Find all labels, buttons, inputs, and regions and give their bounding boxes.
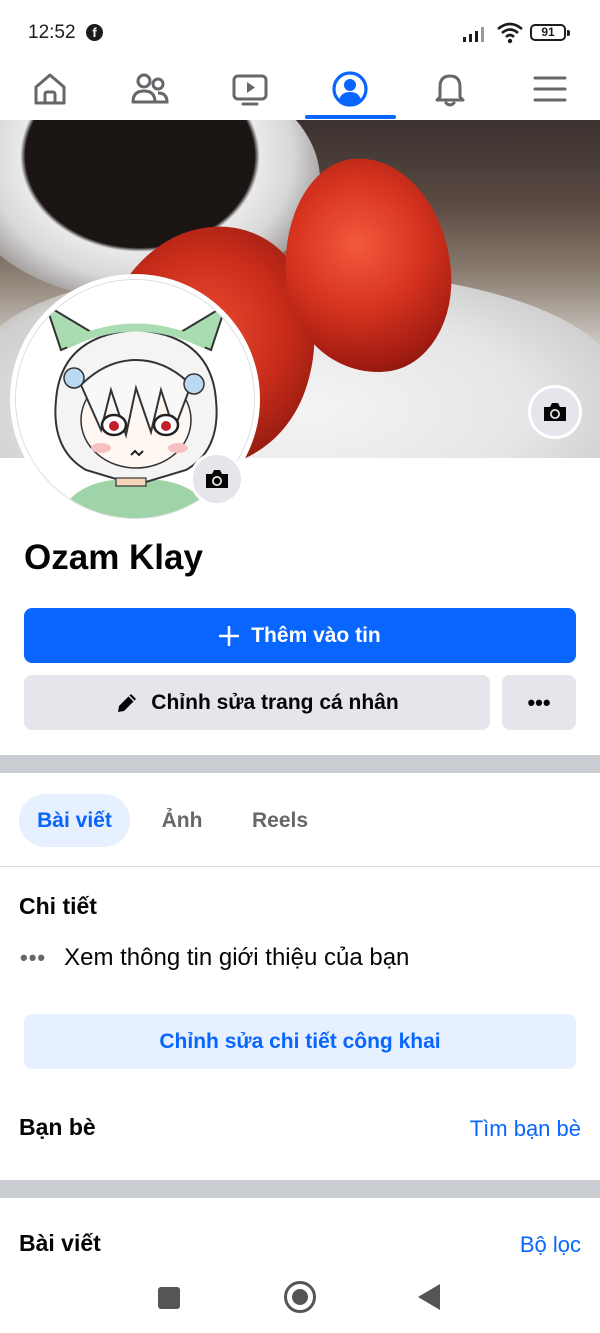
edit-public-details-button[interactable]: Chỉnh sửa chi tiết công khai: [24, 1014, 576, 1069]
nav-menu[interactable]: [500, 58, 600, 120]
nav-home[interactable]: [0, 58, 100, 120]
more-dots-icon: •••: [20, 945, 47, 970]
back-button[interactable]: [418, 1284, 440, 1310]
intro-text: Xem thông tin giới thiệu của bạn: [64, 944, 410, 971]
facebook-icon: f: [86, 24, 103, 41]
top-navigation: [0, 58, 600, 120]
home-icon: [34, 73, 66, 105]
filter-link[interactable]: Bộ lọc: [520, 1232, 581, 1258]
camera-icon: [206, 470, 228, 488]
bell-icon: [435, 74, 465, 107]
nav-video[interactable]: [200, 58, 300, 120]
plus-icon: [219, 625, 240, 646]
menu-icon: [533, 76, 567, 102]
edit-profile-label: Chỉnh sửa trang cá nhân: [151, 690, 399, 714]
pencil-icon: [118, 693, 137, 712]
profile-tabs: Bài viết Ảnh Reels: [0, 775, 600, 867]
nav-notifications[interactable]: [400, 58, 500, 120]
intro-row[interactable]: ••• Xem thông tin giới thiệu của bạn: [20, 944, 409, 972]
video-icon: [232, 74, 268, 106]
tab-photos[interactable]: Ảnh: [148, 794, 216, 847]
cover-camera-button[interactable]: [528, 385, 582, 439]
add-to-story-label: Thêm vào tin: [251, 623, 381, 647]
section-divider: [0, 755, 600, 773]
recent-apps-button[interactable]: [158, 1287, 180, 1309]
more-dots-icon: •••: [527, 689, 551, 715]
system-navigation-bar: [0, 1268, 600, 1333]
profile-name: Ozam Klay: [24, 538, 203, 577]
battery-indicator: 91: [530, 24, 570, 41]
battery-level: 91: [541, 25, 555, 39]
details-title: Chi tiết: [19, 893, 97, 919]
status-time: 12:52: [28, 22, 76, 43]
more-options-button[interactable]: •••: [502, 675, 576, 730]
nav-profile[interactable]: [300, 58, 400, 120]
friends-title: Bạn bè: [19, 1114, 96, 1140]
camera-icon: [544, 403, 566, 421]
home-button[interactable]: [284, 1281, 316, 1313]
posts-title: Bài viết: [19, 1230, 101, 1256]
wifi-icon: [497, 22, 523, 44]
tab-reels[interactable]: Reels: [236, 794, 324, 847]
cell-signal-icon: [463, 27, 484, 42]
add-to-story-button[interactable]: Thêm vào tin: [24, 608, 576, 663]
nav-friends[interactable]: [100, 58, 200, 120]
avatar-camera-button[interactable]: [190, 452, 244, 506]
friends-icon: [131, 73, 169, 104]
profile-icon: [332, 71, 368, 107]
edit-public-details-label: Chỉnh sửa chi tiết công khai: [159, 1029, 441, 1053]
edit-profile-button[interactable]: Chỉnh sửa trang cá nhân: [24, 675, 490, 730]
tab-posts[interactable]: Bài viết: [19, 794, 130, 847]
section-divider: [0, 1180, 600, 1198]
find-friends-link[interactable]: Tìm bạn bè: [470, 1116, 581, 1142]
active-tab-indicator: [305, 115, 396, 119]
status-bar: 12:52 f 91: [0, 0, 600, 58]
